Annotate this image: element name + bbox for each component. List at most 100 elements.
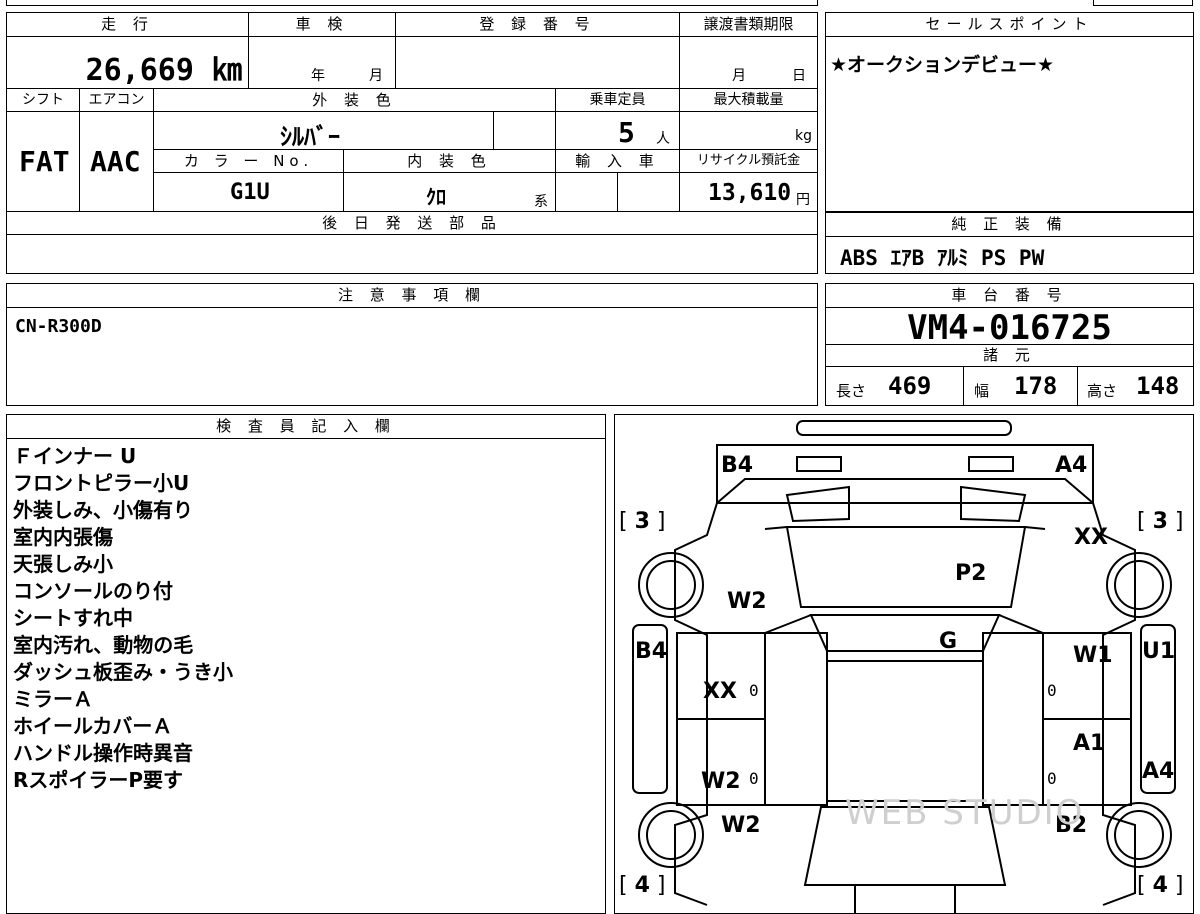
exterior-color-header: 外 装 色: [154, 89, 556, 112]
vehicle-info-table: 走 行 車 検 登 録 番 号 譲渡書類期限 26,669 ㎞ 年 月 月 日 …: [6, 12, 818, 274]
notes-box: 注 意 事 項 欄 CN-R300D: [6, 283, 818, 406]
capacity-unit: 人: [656, 131, 670, 147]
shift-header: シフト: [7, 89, 80, 112]
registration-value: [396, 37, 680, 89]
width-value: 178: [1014, 372, 1058, 400]
inspector-line: 外装しみ、小傷有り: [13, 498, 193, 522]
transfer-day-label: 日: [792, 68, 806, 84]
tire-bracket-rear-left: [ 4 ]: [619, 873, 666, 898]
later-parts-value: [7, 235, 817, 273]
recycle-value: 13,610: [708, 180, 792, 206]
max-load-unit: kg: [795, 128, 812, 144]
recycle-unit: 円: [796, 192, 810, 208]
interior-suffix: 系: [534, 194, 548, 210]
tire-bracket-rear-right: [ 4 ]: [1137, 873, 1184, 898]
mark-a1: A1: [1073, 731, 1106, 756]
mark-p2: P2: [955, 561, 987, 586]
capacity-header: 乗車定員: [556, 89, 680, 112]
registration-header: 登 録 番 号: [396, 13, 680, 37]
zero-marker: 0: [1047, 769, 1057, 788]
ac-value: AAC: [90, 145, 141, 178]
zero-marker: 0: [749, 769, 759, 788]
tire-front-right-value: 3: [1152, 509, 1168, 534]
top-partial-right: [1093, 0, 1193, 6]
sales-point-box: セールスポイント ★オークションデビュー★: [825, 12, 1194, 212]
length-value: 469: [888, 372, 932, 400]
notes-text: CN-R300D: [15, 316, 102, 337]
genuine-equipment-header: 純 正 装 備: [826, 213, 1193, 237]
chassis-header: 車 台 番 号: [826, 284, 1193, 308]
mark-b4-top: B4: [721, 453, 754, 478]
mark-a4-top: A4: [1055, 453, 1088, 478]
transfer-header: 譲渡書類期限: [680, 13, 817, 37]
interior-color-header: 内 装 色: [344, 150, 556, 173]
tire-rear-right-value: 4: [1152, 873, 1168, 898]
exterior-color-extra: [494, 112, 556, 150]
mileage-value: 26,669 ㎞: [85, 53, 242, 88]
transfer-month-label: 月: [732, 68, 746, 84]
recycle-header: リサイクル預託金: [680, 150, 817, 173]
genuine-equipment-box: 純 正 装 備 ABS ｴｱB ｱﾙﾐ PS PW: [825, 212, 1194, 274]
inspector-line: ハンドル操作時異音: [13, 741, 193, 765]
car-diagram-box: [ 3 ] [ 3 ] [ 4 ] [ 4 ] B4 A4 XX P2 W2 G…: [614, 414, 1194, 914]
inspector-line: ミラーＡ: [13, 687, 93, 711]
inspector-line: 室内汚れ、動物の毛: [13, 633, 194, 657]
exterior-color-value: ｼﾙﾊﾞｰ: [280, 123, 340, 151]
color-no-value: G1U: [230, 180, 270, 205]
mileage-header: 走 行: [7, 13, 249, 37]
inspector-header: 検 査 員 記 入 欄: [7, 415, 605, 439]
mark-u1: U1: [1142, 639, 1176, 664]
inspector-line: ホイールカバーＡ: [13, 714, 173, 738]
import-value-1: [556, 173, 618, 212]
mark-xx-right: XX: [1074, 525, 1108, 550]
inspector-line: RスポイラーP要す: [13, 768, 184, 792]
height-value: 148: [1136, 372, 1180, 400]
max-load-header: 最大積載量: [680, 89, 817, 112]
inspector-lines: Ｆインナー U フロントピラー小U 外装しみ、小傷有り 室内内張傷 天張しみ小 …: [13, 443, 233, 794]
color-no-header: カ ラ ー No.: [154, 150, 344, 173]
inspection-month-label: 月: [369, 68, 383, 84]
mark-w2-bottom: W2: [721, 813, 761, 838]
inspector-line: コンソールのり付: [13, 579, 173, 603]
zero-marker: 0: [1047, 681, 1057, 700]
mark-w2-left-upper: W2: [727, 589, 767, 614]
capacity-value: 5: [618, 116, 635, 149]
chassis-number: VM4-016725: [907, 308, 1112, 348]
inspector-line: フロントピラー小U: [13, 471, 190, 495]
mark-w2-left-lower: W2: [701, 769, 741, 794]
mark-w1: W1: [1073, 643, 1113, 668]
inspector-line: 天張しみ小: [13, 552, 113, 576]
inspector-line: 室内内張傷: [13, 525, 113, 549]
sales-point-header: セールスポイント: [826, 13, 1193, 37]
tire-front-left-value: 3: [634, 509, 650, 534]
tire-bracket-front-right: [ 3 ]: [1137, 509, 1184, 534]
watermark: WEB STUDIO: [845, 793, 1085, 833]
shift-value: FAT: [19, 145, 70, 178]
specs-header: 諸 元: [826, 344, 1193, 367]
mark-a4-right: A4: [1142, 759, 1175, 784]
mark-b4-left: B4: [635, 639, 668, 664]
mark-g: G: [939, 629, 958, 654]
inspector-line: ダッシュ板歪み・うき小: [13, 660, 233, 684]
inspection-year-label: 年: [311, 68, 325, 84]
genuine-equipment-text: ABS ｴｱB ｱﾙﾐ PS PW: [840, 246, 1045, 270]
height-label: 高さ: [1087, 382, 1118, 400]
length-label: 長さ: [836, 382, 867, 400]
interior-color-value: ｸﾛ: [426, 185, 446, 209]
import-header: 輸 入 車: [556, 150, 680, 173]
width-label: 幅: [974, 382, 990, 400]
inspector-line: シートすれ中: [13, 606, 133, 630]
ac-header: エアコン: [80, 89, 154, 112]
later-parts-header: 後 日 発 送 部 品: [7, 212, 817, 235]
tire-bracket-front-left: [ 3 ]: [619, 509, 666, 534]
inspector-line: Ｆインナー U: [13, 444, 137, 468]
top-partial-row: [6, 0, 818, 6]
zero-marker: 0: [749, 681, 759, 700]
chassis-box: 車 台 番 号 VM4-016725 諸 元 長さ 469 幅 178 高さ 1…: [825, 283, 1194, 406]
inspection-header: 車 検: [249, 13, 396, 37]
notes-header: 注 意 事 項 欄: [7, 284, 817, 308]
inspector-box: 検 査 員 記 入 欄 Ｆインナー U フロントピラー小U 外装しみ、小傷有り …: [6, 414, 606, 914]
tire-rear-left-value: 4: [634, 873, 650, 898]
mark-xx-left: XX: [703, 679, 737, 704]
sales-point-text: ★オークションデビュー★: [830, 54, 1055, 76]
